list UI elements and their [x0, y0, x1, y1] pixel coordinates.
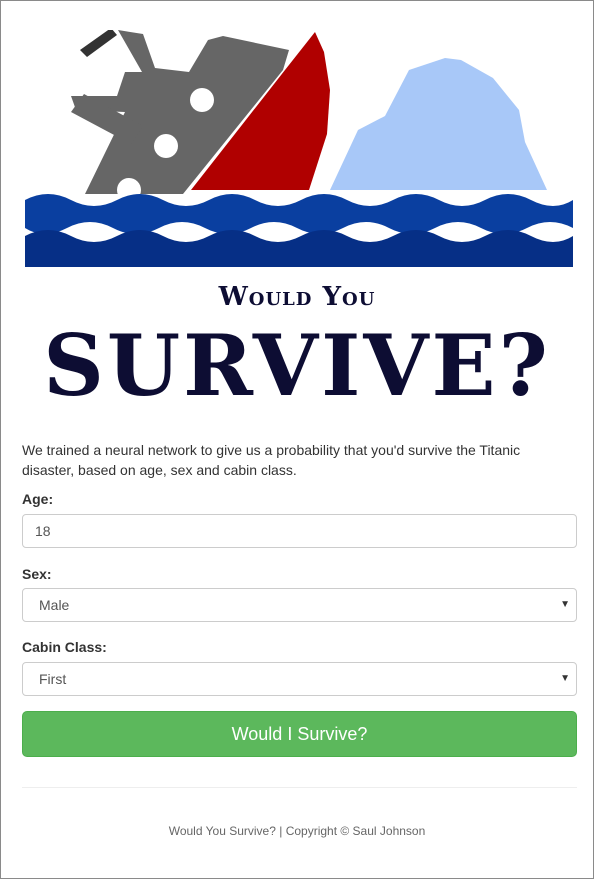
age-label: Age:	[22, 491, 54, 507]
divider	[22, 787, 577, 788]
cabin-class-select[interactable]: First ▼	[22, 662, 577, 696]
iceberg-icon	[330, 58, 547, 190]
age-value: 18	[35, 523, 51, 539]
titanic-logo-icon	[25, 30, 573, 267]
caret-down-icon: ▼	[560, 673, 570, 684]
caret-down-icon: ▼	[560, 599, 570, 610]
cabin-class-value: First	[39, 671, 67, 687]
intro-text: We trained a neural network to give us a…	[22, 442, 521, 478]
sex-select[interactable]: Male ▼	[22, 588, 577, 622]
ship-mast	[80, 30, 117, 57]
sex-value: Male	[39, 597, 70, 613]
would-i-survive-button[interactable]: Would I Survive?	[22, 711, 577, 757]
sex-label: Sex:	[22, 566, 52, 582]
cabin-class-label: Cabin Class:	[22, 639, 107, 655]
age-input[interactable]: 18	[22, 514, 577, 548]
title-would-you: Would You	[218, 282, 376, 312]
porthole	[154, 134, 178, 158]
porthole	[190, 88, 214, 112]
title-survive: SURVIVE?	[43, 316, 551, 415]
footer-text: Would You Survive? | Copyright © Saul Jo…	[168, 824, 426, 838]
wave-bottom	[25, 230, 573, 267]
wave-top	[25, 194, 573, 234]
